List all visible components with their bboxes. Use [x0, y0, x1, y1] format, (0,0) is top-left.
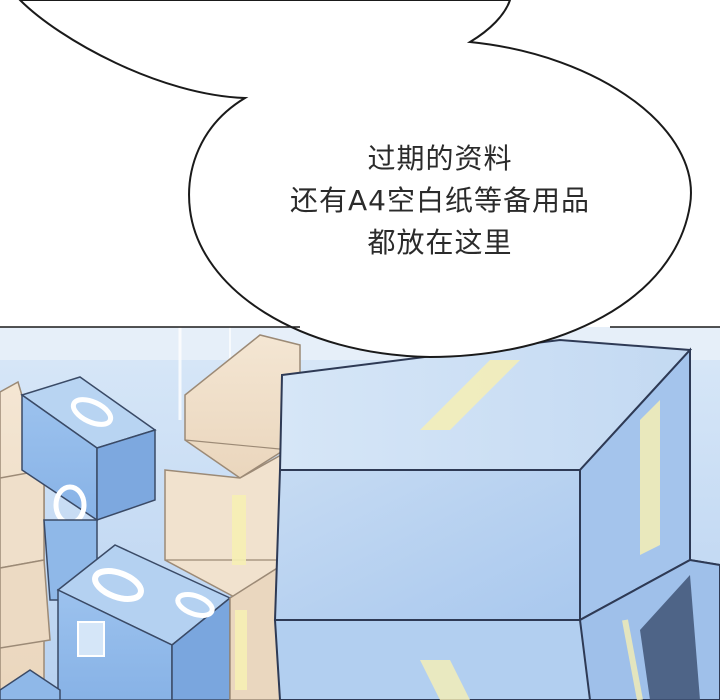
speech-line-3: 都放在这里 [367, 226, 513, 259]
speech-line-1: 过期的资料 [367, 142, 513, 175]
large-cardboard-box [273, 338, 720, 700]
storage-room-illustration [0, 0, 720, 700]
speech-line-2: 还有A4空白纸等备用品 [290, 184, 590, 217]
speech-bubble-text: 过期的资料 还有A4空白纸等备用品 都放在这里 [230, 138, 650, 264]
comic-panel: 过期的资料 还有A4空白纸等备用品 都放在这里 [0, 0, 720, 700]
